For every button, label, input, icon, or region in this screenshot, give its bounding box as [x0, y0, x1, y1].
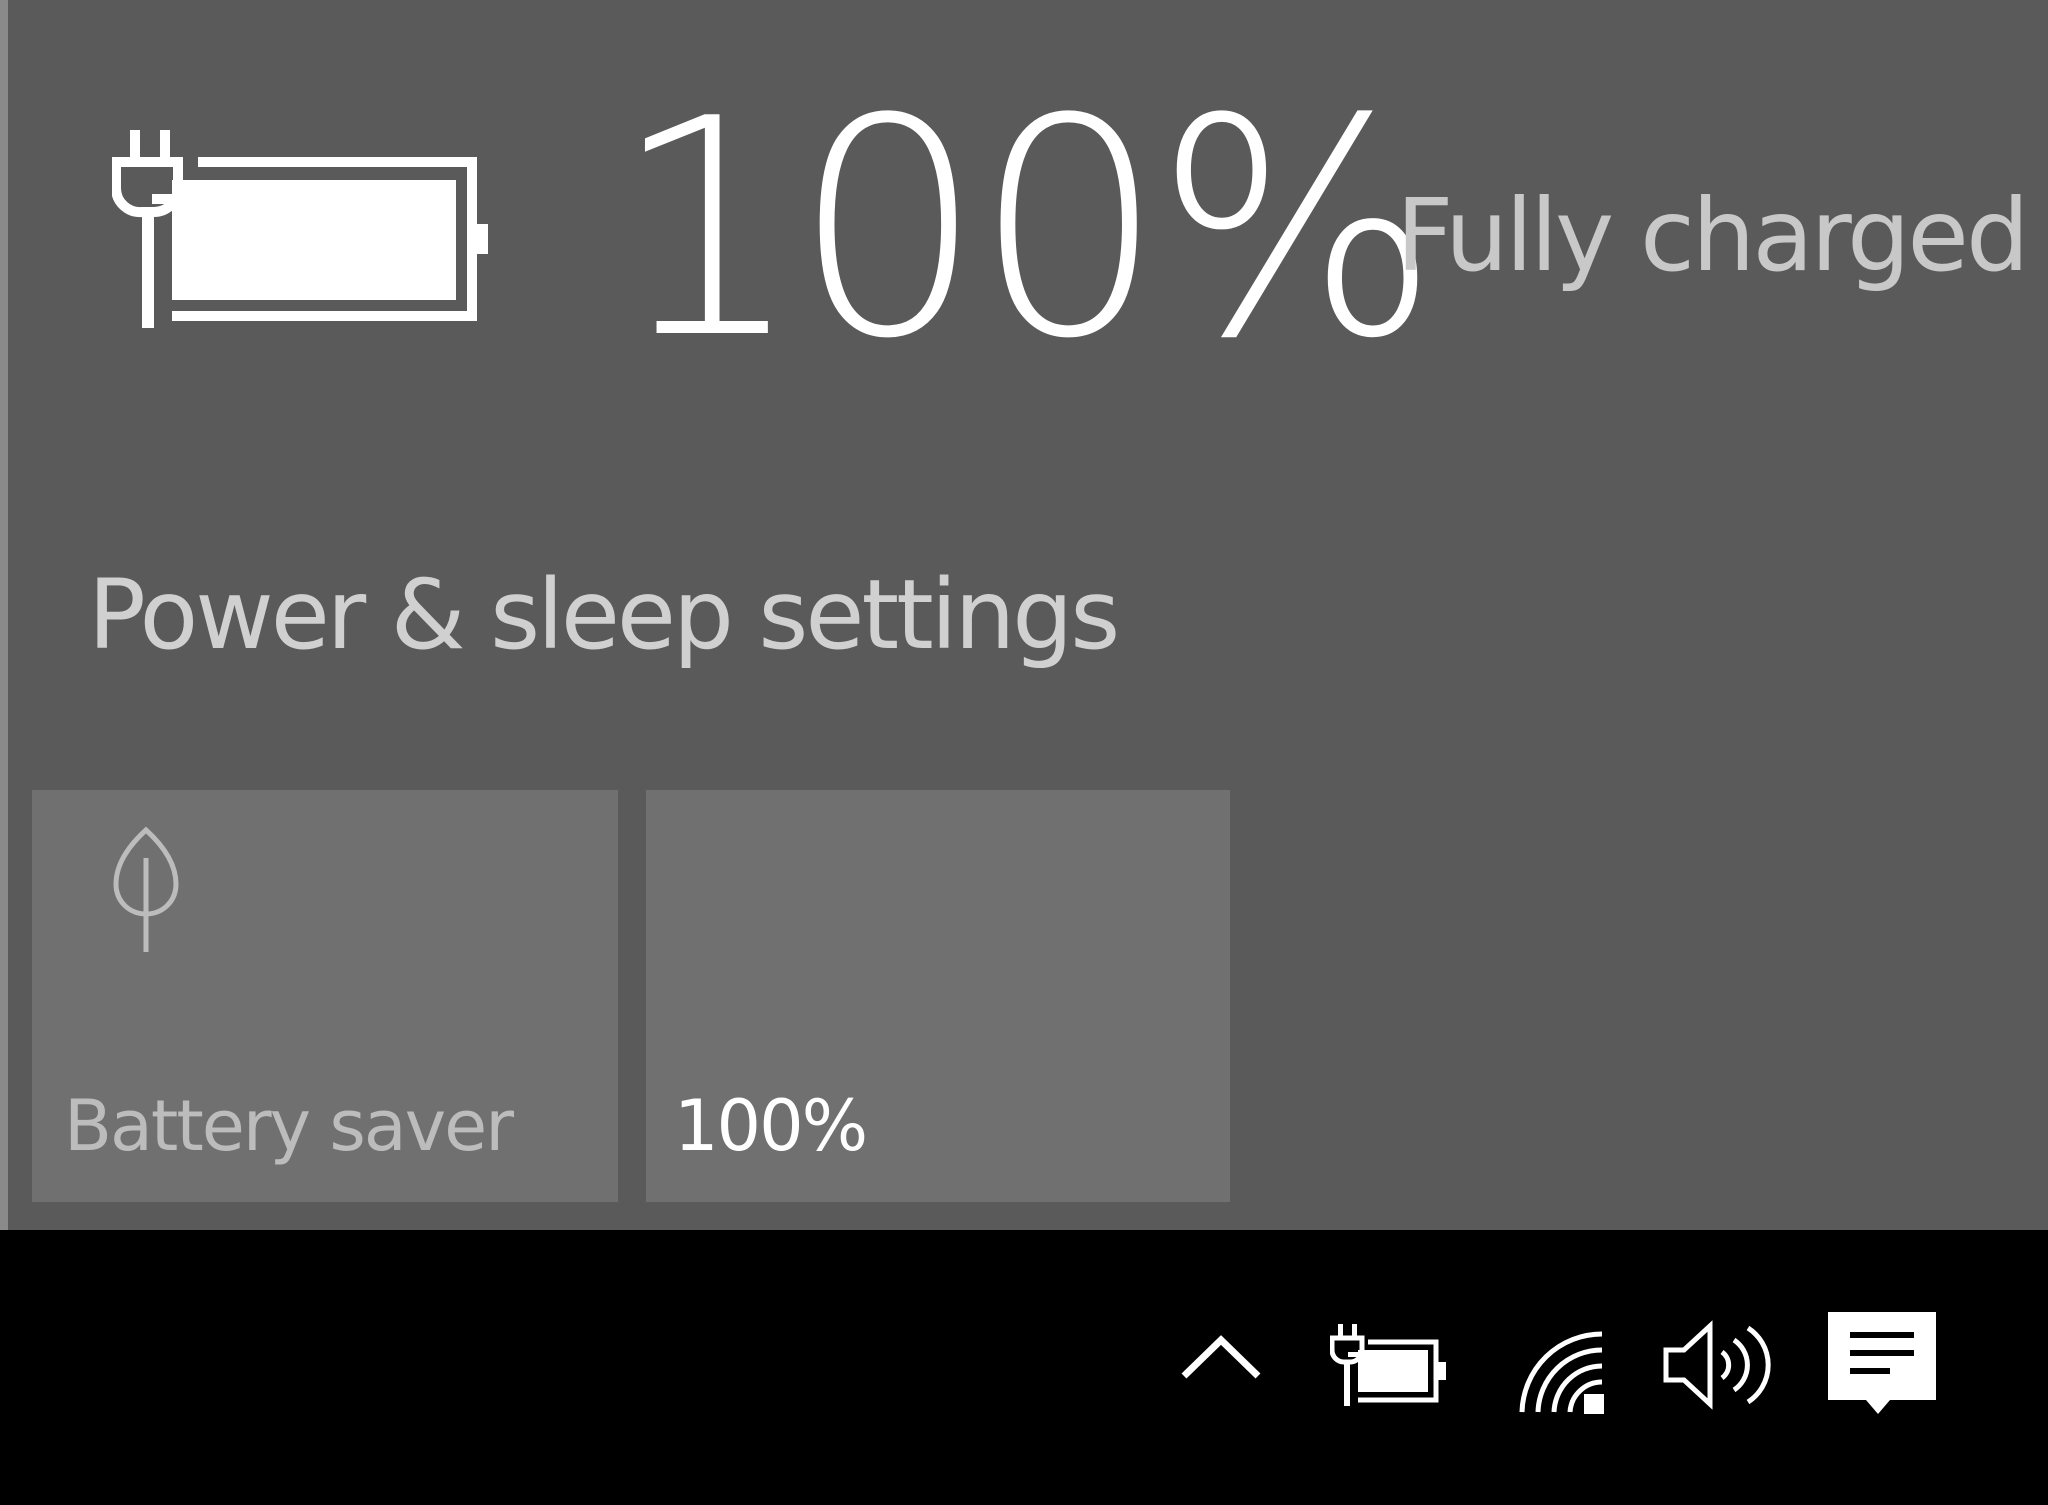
wifi-icon[interactable]: [1516, 1330, 1608, 1416]
action-center-icon[interactable]: [1826, 1310, 1938, 1422]
leaf-icon: [113, 826, 179, 952]
battery-charging-icon: [112, 130, 488, 328]
charging-status: Fully charged: [1396, 177, 2029, 294]
show-hidden-icons-chevron-icon[interactable]: [1178, 1330, 1264, 1384]
flyout-left-border: [0, 0, 8, 1230]
battery-percentage: 100%: [612, 55, 1440, 404]
battery-charging-icon[interactable]: [1330, 1324, 1446, 1406]
battery-flyout: 100% Fully charged Power & sleep setting…: [0, 0, 2048, 1230]
battery-saver-label: Battery saver: [64, 1085, 514, 1167]
brightness-label: 100%: [674, 1085, 868, 1167]
volume-icon[interactable]: [1662, 1320, 1772, 1410]
battery-saver-tile[interactable]: Battery saver: [32, 790, 618, 1202]
taskbar: [0, 1230, 2048, 1505]
power-sleep-settings-link[interactable]: Power & sleep settings: [88, 558, 1120, 673]
brightness-tile[interactable]: 100%: [646, 790, 1230, 1202]
